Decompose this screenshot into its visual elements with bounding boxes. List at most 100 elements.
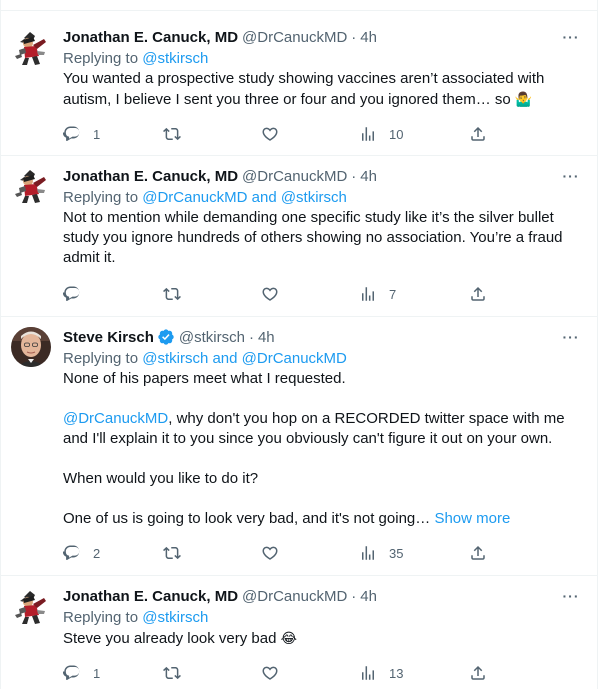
share-button[interactable]: [469, 125, 487, 143]
display-name[interactable]: Jonathan E. Canuck, MD: [63, 168, 238, 185]
replying-to: Replying to @stkirsch and @DrCanuckMD: [63, 349, 582, 369]
tweet-text: You wanted a prospective study showing v…: [63, 69, 582, 110]
verified-badge-icon: [157, 328, 175, 346]
tweet-4[interactable]: Jonathan E. Canuck, MD @DrCanuckMD · 4h …: [0, 576, 598, 689]
tweet-text: Steve you already look very bad 😂: [63, 628, 582, 649]
share-icon: [469, 125, 487, 143]
tweet-actions: 1 10: [63, 124, 487, 144]
reply-mention-link[interactable]: @DrCanuckMD and @stkirsch: [142, 189, 347, 206]
like-icon: [261, 125, 279, 143]
tweet-actions: 7: [63, 284, 487, 304]
retweet-icon: [163, 544, 181, 562]
timestamp[interactable]: 4h: [258, 329, 275, 346]
share-icon: [469, 544, 487, 562]
share-button[interactable]: [469, 664, 487, 682]
tweet-text: None of his papers meet what I requested…: [63, 369, 582, 529]
tweet-paragraph-text: One of us is going to look very bad, and…: [63, 510, 431, 527]
reply-mention-link[interactable]: @stkirsch: [142, 50, 208, 67]
more-options-button[interactable]: ···: [560, 585, 582, 607]
view-count: 7: [389, 286, 397, 302]
views-icon: [359, 125, 377, 143]
user-handle[interactable]: @DrCanuckMD: [242, 168, 347, 185]
reply-mention-link[interactable]: @stkirsch and @DrCanuckMD: [142, 350, 347, 367]
reply-button[interactable]: 1: [63, 125, 163, 143]
retweet-icon: [163, 285, 181, 303]
avatar[interactable]: [11, 587, 51, 627]
share-button[interactable]: [469, 544, 487, 562]
display-name[interactable]: Steve Kirsch: [63, 329, 154, 346]
share-icon: [469, 664, 487, 682]
canuck-avatar-icon: [11, 166, 51, 206]
like-icon: [261, 664, 279, 682]
display-name[interactable]: Jonathan E. Canuck, MD: [63, 588, 238, 605]
views-button[interactable]: 10: [359, 125, 469, 143]
retweet-button[interactable]: [163, 544, 261, 562]
more-icon: ···: [562, 29, 580, 45]
views-icon: [359, 664, 377, 682]
timestamp[interactable]: 4h: [360, 168, 377, 185]
retweet-button[interactable]: [163, 285, 261, 303]
timestamp[interactable]: 4h: [360, 588, 377, 605]
tweet-text-content: Steve you already look very bad: [63, 630, 277, 647]
reply-count: 1: [93, 126, 101, 142]
avatar[interactable]: [11, 166, 51, 206]
tweet-paragraph: When would you like to do it?: [63, 470, 259, 487]
timestamp[interactable]: 4h: [360, 29, 377, 46]
like-icon: [261, 544, 279, 562]
views-button[interactable]: 35: [359, 544, 469, 562]
view-count: 13: [389, 665, 404, 681]
display-name[interactable]: Jonathan E. Canuck, MD: [63, 29, 238, 46]
like-button[interactable]: [261, 125, 359, 143]
avatar[interactable]: [11, 327, 51, 367]
views-button[interactable]: 13: [359, 664, 469, 682]
like-button[interactable]: [261, 664, 359, 682]
tweet-2[interactable]: Jonathan E. Canuck, MD @DrCanuckMD · 4h …: [0, 156, 598, 317]
reply-mention-link[interactable]: @stkirsch: [142, 609, 208, 626]
replying-to-label: Replying to: [63, 350, 143, 367]
tweet-text: Not to mention while demanding one speci…: [63, 209, 563, 266]
reply-button[interactable]: 1: [63, 664, 163, 682]
retweet-button[interactable]: [163, 125, 261, 143]
tweet-paragraph: One of us is going to look very bad, and…: [63, 509, 582, 529]
reply-icon: [63, 664, 81, 682]
tweet-header: Jonathan E. Canuck, MD @DrCanuckMD · 4h: [63, 166, 582, 186]
view-count: 35: [389, 545, 404, 561]
user-handle[interactable]: @DrCanuckMD: [242, 588, 347, 605]
share-icon: [469, 285, 487, 303]
tweet-actions: 2 35: [63, 543, 487, 563]
avatar[interactable]: [11, 28, 51, 68]
like-button[interactable]: [261, 544, 359, 562]
views-button[interactable]: 7: [359, 285, 469, 303]
retweet-icon: [163, 664, 181, 682]
more-options-button[interactable]: ···: [560, 326, 582, 348]
canuck-avatar-icon: [11, 28, 51, 68]
separator-dot: ·: [351, 587, 357, 605]
tweet-header: Steve Kirsch @stkirsch · 4h: [63, 327, 582, 347]
more-options-button[interactable]: ···: [560, 26, 582, 48]
like-button[interactable]: [261, 285, 359, 303]
reply-button[interactable]: 2: [63, 544, 163, 562]
retweet-button[interactable]: [163, 664, 261, 682]
show-more-link[interactable]: Show more: [434, 510, 510, 527]
views-icon: [359, 544, 377, 562]
mention-link[interactable]: @DrCanuckMD: [63, 410, 168, 427]
more-options-button[interactable]: ···: [560, 165, 582, 187]
tweet-header: Jonathan E. Canuck, MD @DrCanuckMD · 4h: [63, 586, 582, 606]
replying-to-label: Replying to: [63, 50, 143, 67]
tweet-text-content: You wanted a prospective study showing v…: [63, 70, 545, 108]
laughing-emoji: 😂: [280, 630, 297, 646]
retweet-icon: [163, 125, 181, 143]
like-icon: [261, 285, 279, 303]
tweet-1[interactable]: Jonathan E. Canuck, MD @DrCanuckMD · 4h …: [0, 11, 598, 156]
kirsch-avatar-icon: [11, 327, 51, 367]
reply-icon: [63, 285, 81, 303]
reply-button[interactable]: [63, 285, 163, 303]
canuck-avatar-icon: [11, 587, 51, 627]
tweet-3[interactable]: Steve Kirsch @stkirsch · 4h ··· Replying…: [0, 317, 598, 576]
tweet-actions: 1 13: [63, 663, 487, 683]
separator-dot: ·: [351, 28, 357, 46]
replying-to: Replying to @stkirsch: [63, 608, 582, 628]
user-handle[interactable]: @stkirsch: [179, 329, 245, 346]
user-handle[interactable]: @DrCanuckMD: [242, 29, 347, 46]
share-button[interactable]: [469, 285, 487, 303]
